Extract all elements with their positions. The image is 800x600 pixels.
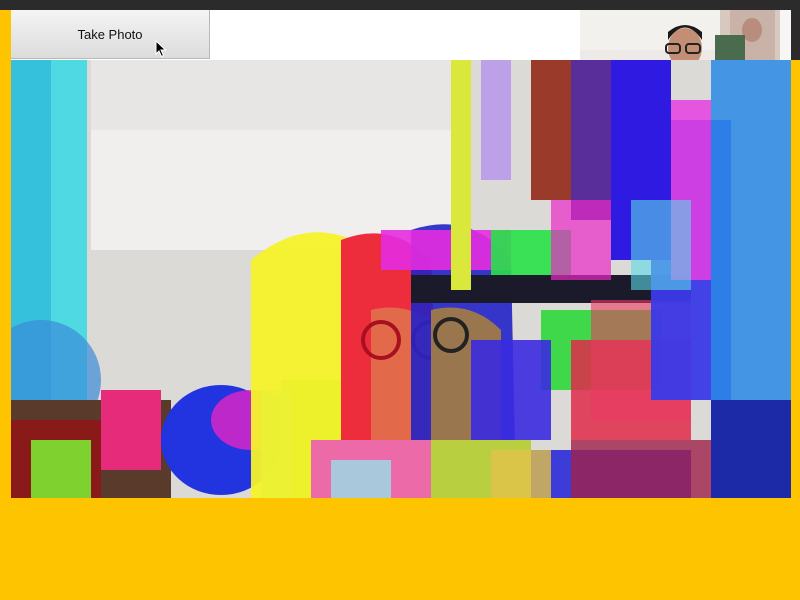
mouse-pointer-icon xyxy=(155,40,167,58)
glitch-canvas xyxy=(11,60,791,498)
page-background xyxy=(11,498,791,600)
take-photo-button[interactable]: Take Photo xyxy=(11,10,210,59)
app-window: Take Photo xyxy=(0,0,800,600)
right-frame-yellow xyxy=(791,60,800,600)
toolbar-right-strip xyxy=(780,10,791,60)
top-bar xyxy=(0,0,800,10)
glitch-photo-output xyxy=(11,60,791,498)
